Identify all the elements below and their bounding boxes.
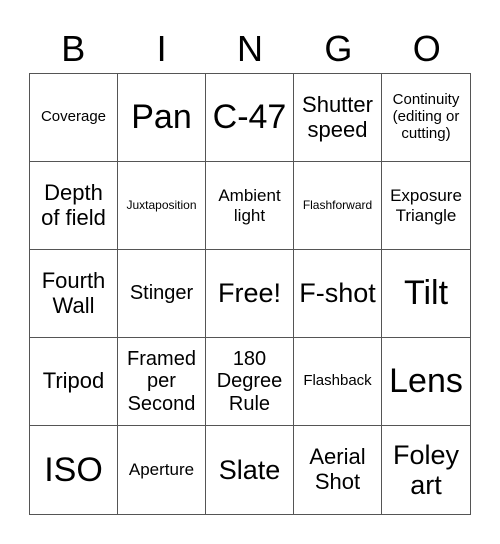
bingo-cell[interactable]: 180 Degree Rule bbox=[206, 338, 294, 426]
bingo-cell[interactable]: Framed per Second bbox=[118, 338, 206, 426]
bingo-grid: Coverage Pan C-47 Shutter speed Continui… bbox=[29, 73, 471, 515]
header-letter-n: N bbox=[236, 28, 263, 69]
header-letter-o: O bbox=[412, 28, 441, 69]
bingo-cell[interactable]: C-47 bbox=[206, 74, 294, 162]
bingo-cell[interactable]: Slate bbox=[206, 426, 294, 514]
bingo-cell[interactable]: Lens bbox=[382, 338, 470, 426]
bingo-cell[interactable]: Flashback bbox=[294, 338, 382, 426]
bingo-cell[interactable]: Coverage bbox=[30, 74, 118, 162]
bingo-cell[interactable]: Flashforward bbox=[294, 162, 382, 250]
header-letter-g: G bbox=[324, 28, 353, 69]
bingo-cell[interactable]: Depth of field bbox=[30, 162, 118, 250]
bingo-cell[interactable]: Aerial Shot bbox=[294, 426, 382, 514]
bingo-cell[interactable]: Tilt bbox=[382, 250, 470, 338]
free-space-cell[interactable]: Free! bbox=[206, 250, 294, 338]
bingo-cell[interactable]: Fourth Wall bbox=[30, 250, 118, 338]
bingo-header: B I N G O bbox=[29, 26, 471, 72]
bingo-cell[interactable]: Juxtaposition bbox=[118, 162, 206, 250]
bingo-cell[interactable]: Ambient light bbox=[206, 162, 294, 250]
bingo-cell[interactable]: Exposure Triangle bbox=[382, 162, 470, 250]
bingo-cell[interactable]: Aperture bbox=[118, 426, 206, 514]
header-letter-b: B bbox=[61, 28, 86, 69]
bingo-cell[interactable]: Stinger bbox=[118, 250, 206, 338]
bingo-cell[interactable]: ISO bbox=[30, 426, 118, 514]
bingo-cell[interactable]: Foley art bbox=[382, 426, 470, 514]
bingo-cell[interactable]: Tripod bbox=[30, 338, 118, 426]
header-letter-i: I bbox=[156, 28, 167, 69]
bingo-cell[interactable]: Continuity (editing or cutting) bbox=[382, 74, 470, 162]
bingo-cell[interactable]: Shutter speed bbox=[294, 74, 382, 162]
bingo-cell[interactable]: Pan bbox=[118, 74, 206, 162]
bingo-cell[interactable]: F-shot bbox=[294, 250, 382, 338]
